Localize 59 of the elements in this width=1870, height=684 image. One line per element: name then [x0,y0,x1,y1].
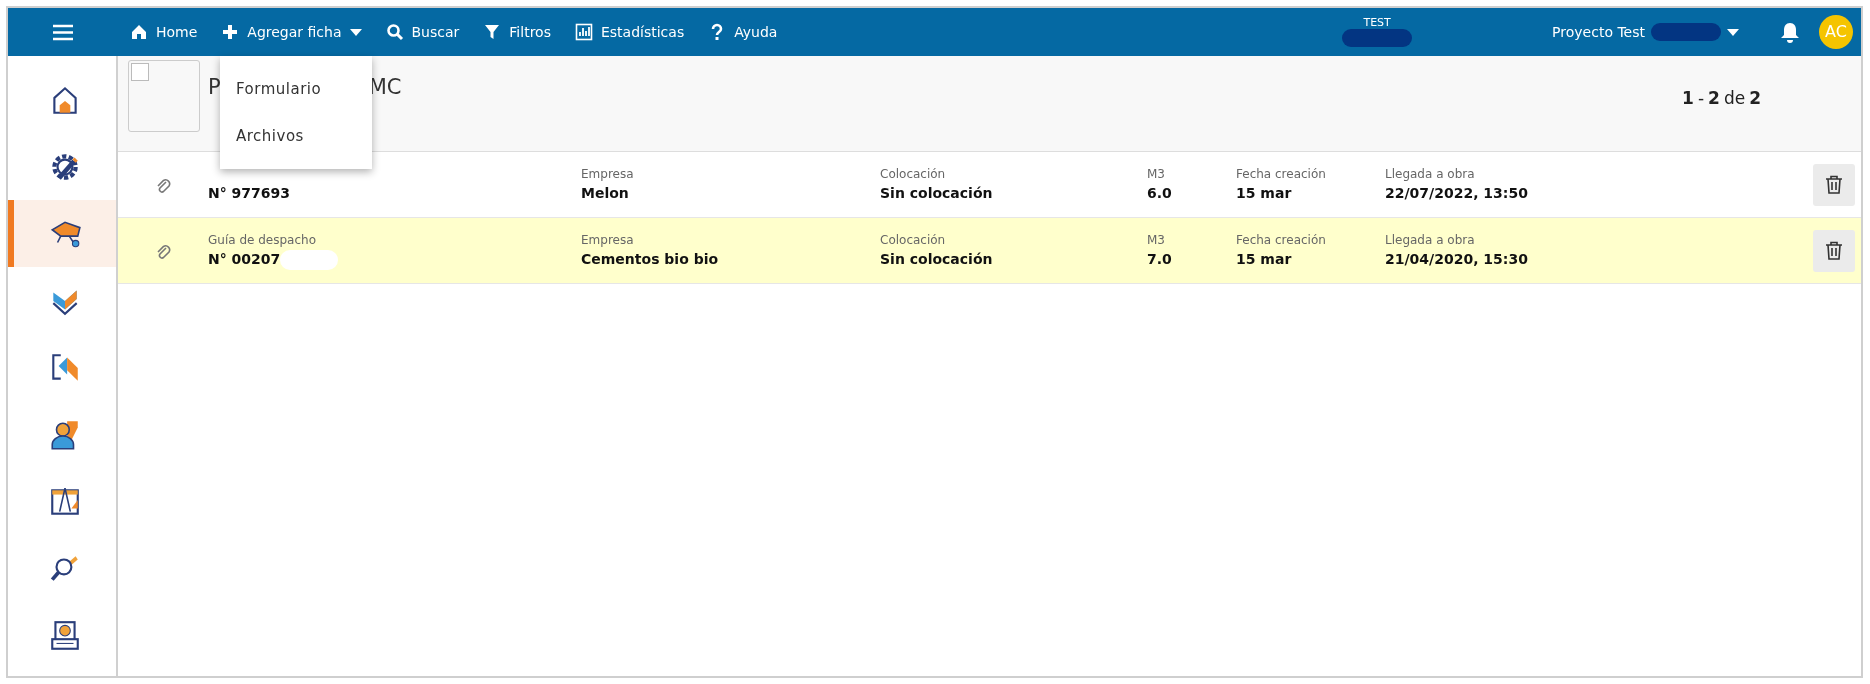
range-end: 2 [1708,87,1720,110]
nav-link[interactable]: Estadísticas [562,21,697,43]
bar-chart-icon [574,23,593,41]
field-value: N° 977693 [208,184,291,203]
field-label: Colocación [880,166,947,183]
dropdown-item[interactable]: Formulario [220,66,372,113]
field-label: Llegada a obra [1385,166,1476,183]
field-value: N° 00207 [208,250,281,269]
field-value: 7.0 [1147,250,1172,269]
select-checkbox[interactable] [131,63,149,81]
field-value: 15 mar [1236,184,1292,203]
trash-icon [1825,174,1843,195]
nav-link[interactable]: Buscar [373,21,472,43]
field-label: M3 [1147,166,1166,183]
range-start: 1 [1682,87,1694,110]
page-title: P [208,74,221,101]
paperclip-icon [155,176,171,193]
field-value: 15 mar [1236,250,1292,269]
field-label: M3 [1147,232,1166,249]
field-value: Sin colocación [880,250,993,269]
project-selector[interactable]: Proyecto Test [1552,21,1739,43]
field-value: 21/04/2020, 15:30 [1385,250,1528,269]
field-label: Fecha creación [1236,166,1327,183]
delete-button[interactable] [1813,163,1855,206]
of-label: de [1723,87,1746,110]
nav-link[interactable]: Home [118,21,210,43]
nav-link[interactable]: Agregar ficha [209,21,374,43]
field-label: Colocación [880,232,947,249]
redaction-mark [1342,29,1413,48]
field-label: Guía de despacho [208,232,317,249]
caret-icon [1727,28,1739,36]
range-separator: - [1697,87,1705,110]
field-value: Sin colocación [880,184,993,203]
nav-link[interactable]: Filtros [471,21,563,43]
nav-link[interactable]: Ayuda [696,21,790,43]
delete-button[interactable] [1813,229,1855,272]
redaction-mark [1651,23,1721,41]
bell-icon [1779,21,1801,44]
field-label: Fecha creación [1236,232,1327,249]
notifications-button[interactable] [1779,20,1801,44]
menu-icon [53,24,73,41]
field-value: 22/07/2022, 13:50 [1385,184,1528,203]
environment-label: TEST [1363,16,1391,30]
field-value: 6.0 [1147,184,1172,203]
field-label: Llegada a obra [1385,232,1476,249]
field-value: Cementos bio bio [581,250,719,269]
funnel-icon [483,23,502,41]
paperclip-icon [155,242,171,259]
field-label: Empresa [581,166,635,183]
payment-icon [48,618,82,653]
plus-icon [221,23,240,41]
house-icon [130,23,148,41]
total-count: 2 [1749,87,1761,110]
field-value: Melon [581,184,629,203]
trash-icon [1825,240,1843,261]
search-icon [385,23,404,41]
field-label: Empresa [581,232,635,249]
redaction-mark [280,249,339,270]
list-row[interactable]: Guía de despacho N° 00207 Empresa Cementos bio bio Colocación Sin colocación M3 7.0 Fecha creación 15 mar Llegada a obra 21/04/2020, 15:30 [118,218,1861,284]
